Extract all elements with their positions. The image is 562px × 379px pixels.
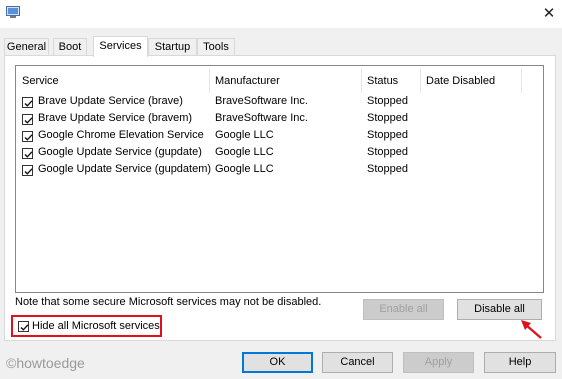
table-row[interactable]: Brave Update Service (bravem) BraveSoftw… (21, 111, 541, 128)
checkmark-icon (24, 117, 33, 124)
tab-tools[interactable]: Tools (197, 38, 235, 55)
secure-services-note: Note that some secure Microsoft services… (15, 296, 322, 308)
table-row[interactable]: Google Update Service (gupdatem) Google … (21, 162, 541, 179)
services-panel: Service Manufacturer Status Date Disable… (4, 55, 556, 341)
service-checkbox[interactable] (22, 114, 33, 125)
column-divider[interactable] (209, 69, 210, 93)
ok-button[interactable]: OK (242, 352, 313, 373)
column-header-manufacturer[interactable]: Manufacturer (215, 72, 280, 90)
table-row[interactable]: Google Chrome Elevation Service Google L… (21, 128, 541, 145)
service-checkbox[interactable] (22, 97, 33, 108)
tab-general[interactable]: General (4, 38, 49, 55)
column-divider[interactable] (420, 69, 421, 93)
checkmark-icon (24, 151, 33, 158)
service-status: Stopped (367, 112, 408, 124)
service-status: Stopped (367, 163, 408, 175)
column-header-status[interactable]: Status (367, 72, 398, 90)
service-checkbox[interactable] (22, 148, 33, 159)
watermark: ©howtoedge (6, 355, 85, 371)
service-name: Brave Update Service (bravem) (38, 112, 193, 124)
hide-microsoft-services-label[interactable]: Hide all Microsoft services (32, 320, 160, 332)
service-manufacturer: BraveSoftware Inc. (215, 112, 308, 124)
disable-all-button[interactable]: Disable all (457, 299, 542, 320)
close-icon[interactable]: ✕ (536, 3, 562, 25)
service-manufacturer: BraveSoftware Inc. (215, 95, 308, 107)
checkmark-icon (24, 168, 33, 175)
service-name: Google Update Service (gupdatem) (38, 163, 212, 175)
checkmark-icon (24, 100, 33, 107)
table-row[interactable]: Brave Update Service (brave) BraveSoftwa… (21, 94, 541, 111)
checkmark-icon (24, 134, 33, 141)
service-status: Stopped (367, 95, 408, 107)
column-header-service[interactable]: Service (22, 72, 59, 90)
service-manufacturer: Google LLC (215, 146, 274, 158)
service-name: Google Update Service (gupdate) (38, 146, 202, 158)
column-divider[interactable] (521, 69, 522, 93)
service-name: Google Chrome Elevation Service (38, 129, 204, 141)
service-name: Brave Update Service (brave) (38, 95, 183, 107)
help-button[interactable]: Help (484, 352, 556, 373)
apply-button[interactable]: Apply (403, 352, 474, 373)
service-status: Stopped (367, 146, 408, 158)
column-divider[interactable] (361, 69, 362, 93)
service-manufacturer: Google LLC (215, 163, 274, 175)
cancel-button[interactable]: Cancel (322, 352, 393, 373)
pointer-arrow-icon (521, 320, 542, 339)
checkmark-icon (20, 324, 29, 331)
system-configuration-icon (6, 6, 20, 18)
tab-services[interactable]: Services (93, 36, 148, 57)
service-status: Stopped (367, 129, 408, 141)
service-checkbox[interactable] (22, 165, 33, 176)
enable-all-button[interactable]: Enable all (363, 299, 444, 320)
service-checkbox[interactable] (22, 131, 33, 142)
services-list[interactable]: Service Manufacturer Status Date Disable… (15, 65, 544, 293)
tab-boot[interactable]: Boot (53, 38, 87, 55)
tab-startup[interactable]: Startup (148, 38, 197, 55)
title-bar: ✕ (0, 0, 562, 28)
hide-microsoft-services-checkbox[interactable] (18, 321, 29, 332)
column-header-date-disabled[interactable]: Date Disabled (426, 72, 495, 90)
table-row[interactable]: Google Update Service (gupdate) Google L… (21, 145, 541, 162)
service-manufacturer: Google LLC (215, 129, 274, 141)
